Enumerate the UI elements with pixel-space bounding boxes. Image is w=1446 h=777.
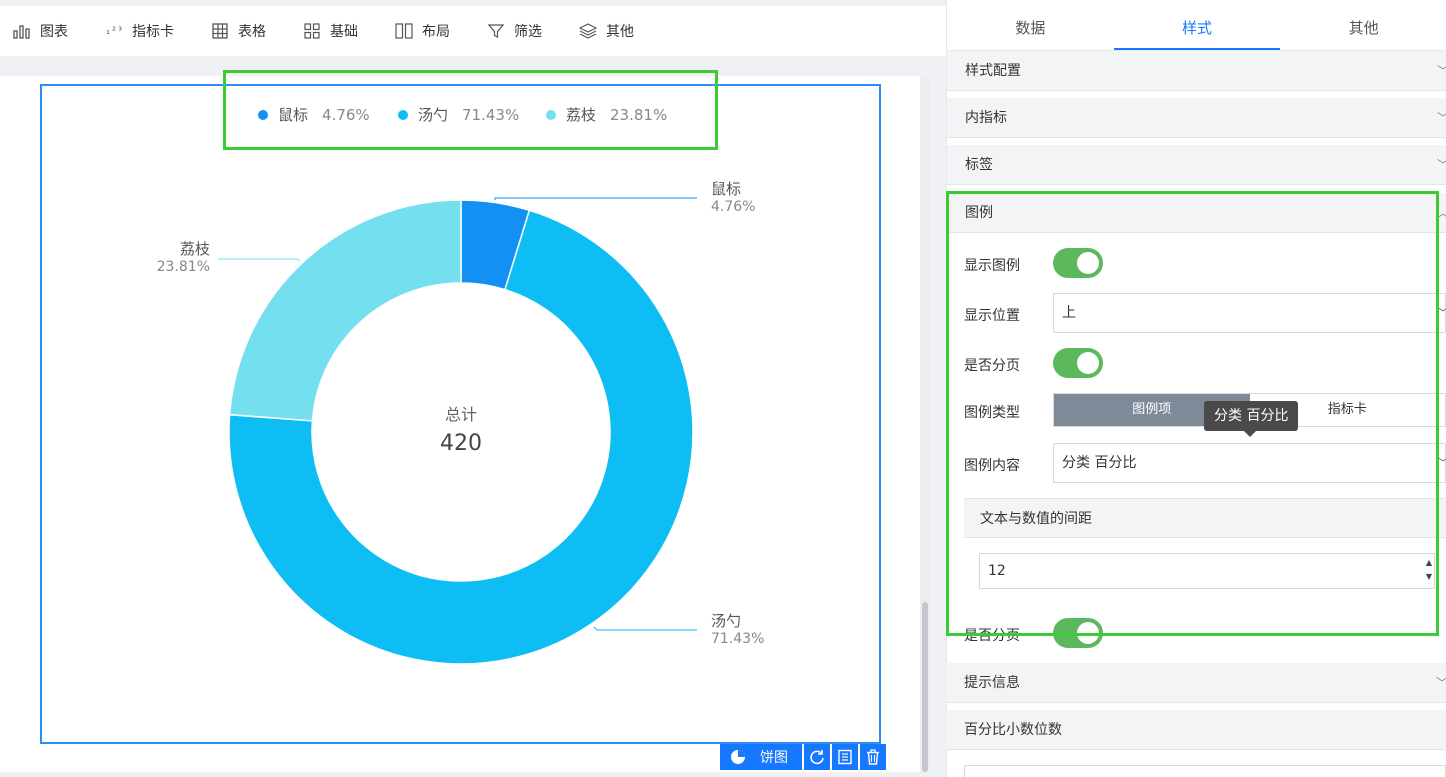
layers-icon: [578, 22, 598, 40]
slice-percent-1: 71.43%: [711, 631, 764, 647]
position-label: 显示位置: [964, 308, 1020, 324]
slice-percent-0: 4.76%: [711, 199, 755, 215]
spacing-subsection: 文本与数值的间距: [964, 498, 1446, 538]
section-style-config-label: 样式配置: [965, 63, 1021, 79]
leader-line-1: [593, 626, 697, 631]
toolbar-basic[interactable]: 基础: [302, 21, 358, 41]
center-total-label: 总计: [445, 405, 477, 424]
section-pct-decimals-label: 百分比小数位数: [964, 722, 1062, 738]
toolbar-other-label: 其他: [606, 24, 634, 40]
bar-chart-icon: [12, 22, 32, 40]
canvas-scrollbar[interactable]: [920, 76, 930, 772]
paging-label: 是否分页: [964, 358, 1020, 374]
section-legend[interactable]: 图例 ︿: [947, 193, 1446, 233]
trash-icon: [867, 749, 879, 765]
position-select[interactable]: 上 ﹀: [1053, 293, 1446, 333]
section-legend-label: 图例: [965, 205, 993, 221]
chevron-down-icon: ﹀: [1437, 294, 1446, 332]
center-total-value: 420: [440, 431, 482, 456]
toolbar-table[interactable]: 表格: [210, 21, 266, 41]
grid-blocks-icon: [302, 22, 322, 40]
panel-tabs: 数据 样式 其他: [947, 6, 1446, 51]
spacing-title: 文本与数值的间距: [980, 511, 1092, 527]
pct-decimals-input[interactable]: [964, 765, 1446, 777]
toolbar-basic-label: 基础: [330, 24, 358, 40]
editor-workspace: 图表 ₁²³ 指标卡 表格 基础 布局 筛选 其他 鼠标 4.76% 汤勺 71…: [0, 0, 946, 777]
legend-content-value: 分类 百分比: [1062, 455, 1137, 471]
tab-other[interactable]: 其他: [1280, 6, 1446, 50]
toolbar-filter[interactable]: 筛选: [486, 21, 542, 41]
toolbar-layout-label: 布局: [422, 24, 450, 40]
section-tooltip-info[interactable]: 提示信息 ﹀: [946, 663, 1446, 703]
section-inner-indicator[interactable]: 内指标 ﹀: [947, 98, 1446, 138]
section-label[interactable]: 标签 ﹀: [947, 145, 1446, 185]
layout-columns-icon: [394, 22, 414, 40]
legend-content-tooltip: 分类 百分比: [1204, 401, 1299, 437]
leader-line-2: [218, 258, 301, 262]
chart-footer-bar: 饼图: [720, 744, 886, 770]
toolbar-kpi-label: 指标卡: [132, 24, 174, 40]
pie-chart-svg: 鼠标4.76% 汤勺71.43% 荔枝23.81% 总计 420: [157, 180, 764, 665]
section-tooltip-info-label: 提示信息: [964, 675, 1020, 691]
show-legend-label: 显示图例: [964, 258, 1020, 274]
refresh-button[interactable]: [804, 744, 830, 770]
legend-content-label: 图例内容: [964, 458, 1020, 474]
paging-toggle[interactable]: [1053, 348, 1103, 378]
filter-icon: [486, 22, 506, 40]
chevron-up-icon: ︿: [1437, 193, 1446, 233]
toolbar-filter-label: 筛选: [514, 24, 542, 40]
slice-label-2: 荔枝: [180, 240, 210, 258]
toolbar-kpi[interactable]: ₁²³ 指标卡: [104, 21, 174, 41]
refresh-icon: [810, 750, 824, 765]
chart-type-badge[interactable]: 饼图: [720, 744, 802, 770]
legend-type-label: 图例类型: [964, 405, 1020, 421]
spacing-number-input[interactable]: 12 ▲ ▼: [979, 553, 1435, 589]
slice-label-0: 鼠标: [711, 180, 741, 198]
pie-slice-2[interactable]: [228, 199, 462, 422]
toolbar-other[interactable]: 其他: [578, 21, 634, 41]
toggle-knob: [1077, 622, 1099, 644]
section-pct-decimals[interactable]: 百分比小数位数: [946, 710, 1446, 750]
leader-line-0: [494, 197, 697, 200]
chevron-down-icon: ﹀: [1436, 663, 1446, 703]
toggle-knob: [1077, 252, 1099, 274]
kpi-123-icon: ₁²³: [104, 25, 124, 37]
app-root: 图表 ₁²³ 指标卡 表格 基础 布局 筛选 其他 鼠标 4.76% 汤勺 71…: [0, 0, 1446, 777]
chevron-down-icon: ﹀: [1437, 145, 1446, 185]
slice-percent-2: 23.81%: [157, 259, 210, 275]
toolbar-chart[interactable]: 图表: [12, 21, 68, 41]
document-icon: [838, 749, 852, 765]
section-style-config[interactable]: 样式配置 ﹀: [947, 51, 1446, 91]
chevron-down-icon: ﹀: [1437, 51, 1446, 91]
delete-button[interactable]: [860, 744, 886, 770]
data-view-button[interactable]: [832, 744, 858, 770]
pie-chart-component[interactable]: 鼠标 4.76% 汤勺 71.43% 荔枝 23.81% 鼠标 4.76% 汤勺 71.43% 荔…: [40, 84, 881, 744]
toggle-knob: [1077, 352, 1099, 374]
toolbar-chart-label: 图表: [40, 24, 68, 40]
tab-style[interactable]: 样式: [1113, 6, 1281, 50]
scrollbar-thumb[interactable]: [922, 602, 928, 772]
toolbar-table-label: 表格: [238, 24, 266, 40]
tab-data[interactable]: 数据: [947, 6, 1114, 50]
chevron-down-icon: ﹀: [1437, 444, 1446, 482]
toolbar-layout[interactable]: 布局: [394, 21, 450, 41]
table-icon: [210, 22, 230, 40]
position-select-value: 上: [1062, 305, 1076, 321]
section-label-label: 标签: [965, 157, 993, 173]
paging-label-2: 是否分页: [964, 628, 1020, 644]
stepper-arrows-icon[interactable]: ▲ ▼: [1426, 556, 1432, 584]
chart-type-label: 饼图: [760, 750, 788, 766]
spacing-value: 12: [988, 563, 1006, 579]
property-panel: 数据 样式 其他 样式配置 ﹀ 内指标 ﹀ 标签 ﹀ 图例 ︿: [946, 0, 1446, 777]
slice-label-1: 汤勺: [711, 612, 741, 630]
section-inner-indicator-label: 内指标: [965, 110, 1007, 126]
component-toolbar: 图表 ₁²³ 指标卡 表格 基础 布局 筛选 其他: [0, 6, 946, 56]
show-legend-toggle[interactable]: [1053, 248, 1103, 278]
pie-chart-icon: [731, 750, 745, 764]
legend-content-select[interactable]: 分类 百分比 ﹀: [1053, 443, 1446, 483]
chevron-down-icon: ﹀: [1437, 98, 1446, 138]
paging-toggle-2[interactable]: [1053, 618, 1103, 648]
